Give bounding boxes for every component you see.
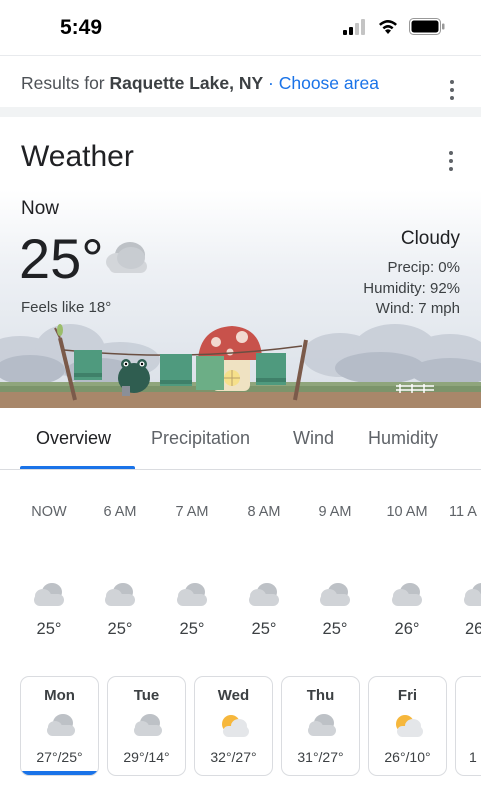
wifi-icon [379, 19, 397, 34]
day-name: Mon [44, 687, 75, 704]
battery-icon [409, 18, 445, 35]
cloud-icon [249, 583, 279, 606]
status-icons [343, 18, 445, 35]
weather-tabs: Overview Precipitation Wind Humidity [0, 408, 481, 470]
hour-time: 7 AM [175, 504, 209, 520]
weather-details: Precip: 0% Humidity: 92% Wind: 7 mph [363, 258, 460, 320]
hour-time: 10 AM [386, 504, 428, 520]
hour-temp: 25° [107, 620, 133, 638]
results-bar: Results for Raquette Lake, NY · Choose a… [0, 55, 481, 107]
now-label: Now [21, 198, 60, 219]
cloud-icon [47, 714, 75, 736]
cloud-icon [464, 583, 481, 606]
day-temps: 29°/14° [123, 749, 170, 765]
day-card-tue[interactable]: Tue 29°/14° [107, 676, 186, 776]
status-time: 5:49 [60, 16, 103, 39]
choose-area-link[interactable]: Choose area [279, 73, 379, 93]
day-card-fri[interactable]: Fri 26°/10° [368, 676, 447, 776]
precipitation-value: Precip: 0% [387, 259, 460, 276]
hour-time: 11 A [449, 504, 477, 520]
cloud-icon [308, 714, 336, 736]
cloud-icon [105, 583, 135, 606]
tab-humidity[interactable]: Humidity [368, 428, 438, 449]
hour-temp: 25° [36, 620, 62, 638]
results-prefix: Results for [21, 73, 110, 93]
cellular-signal-icon [343, 18, 365, 35]
feels-like: Feels like 18° [21, 299, 112, 316]
day-name: Wed [217, 687, 250, 704]
day-selected-indicator [21, 771, 98, 775]
weather-condition: Cloudy [400, 228, 460, 249]
day-temps: 1 [469, 749, 477, 765]
hour-time: 8 AM [247, 504, 281, 520]
results-more-icon[interactable] [447, 80, 457, 100]
results-text: Results for Raquette Lake, NY · Choose a… [21, 73, 379, 94]
hour-temp: 26 [465, 620, 481, 638]
day-name: Thu [306, 687, 335, 704]
tab-precipitation[interactable]: Precipitation [151, 428, 250, 449]
day-temps: 31°/27° [297, 749, 344, 765]
partly-sunny-icon [222, 715, 249, 737]
current-temperature: 25° [19, 227, 104, 290]
cloud-icon [320, 583, 350, 606]
day-card-partial[interactable]: 1 [455, 676, 481, 776]
tab-wind[interactable]: Wind [293, 428, 334, 449]
wind-value: Wind: 7 mph [375, 300, 460, 317]
section-divider [0, 107, 481, 117]
cloud-icon [392, 583, 422, 606]
day-name: Fri [397, 687, 418, 704]
day-card-mon[interactable]: Mon 27°/25° [20, 676, 99, 776]
day-card-wed[interactable]: Wed 32°/27° [194, 676, 273, 776]
humidity-value: Humidity: 92% [363, 279, 460, 297]
weather-more-icon[interactable] [446, 151, 456, 171]
hour-time: 6 AM [103, 504, 137, 520]
hour-temp: 26° [394, 620, 420, 638]
day-temps: 26°/10° [384, 749, 431, 765]
hour-temp: 25° [179, 620, 205, 638]
day-temps: 27°/25° [36, 749, 83, 765]
tab-active-indicator [20, 466, 135, 469]
hour-temp: 25° [322, 620, 348, 638]
location-name: Raquette Lake, NY [109, 73, 264, 93]
day-card-thu[interactable]: Thu 31°/27° [281, 676, 360, 776]
weather-title: Weather [21, 140, 134, 173]
day-name: Tue [133, 687, 160, 704]
cloud-icon [34, 583, 64, 606]
hour-temp: 25° [251, 620, 277, 638]
cloud-icon [106, 242, 147, 273]
cloud-icon [177, 583, 207, 606]
partly-sunny-icon [396, 715, 423, 737]
hour-time: 9 AM [318, 504, 352, 520]
status-bar: 5:49 [0, 0, 481, 54]
results-separator: · [263, 73, 279, 93]
hour-time: NOW [31, 504, 67, 520]
tab-overview[interactable]: Overview [36, 428, 111, 449]
day-temps: 32°/27° [210, 749, 257, 765]
cloud-icon [134, 714, 162, 736]
